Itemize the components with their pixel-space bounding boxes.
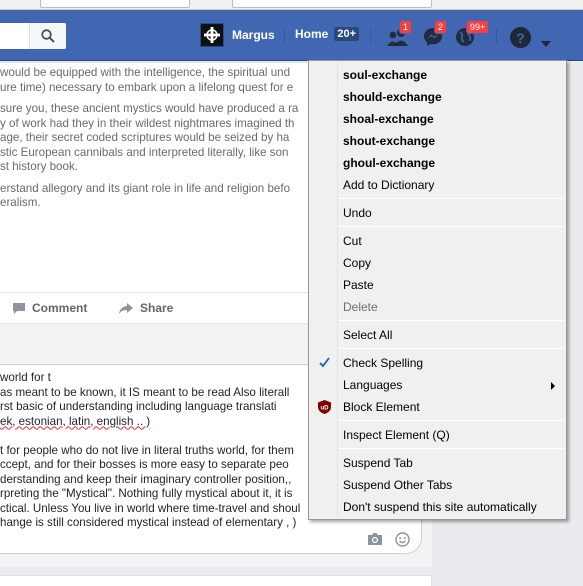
menu-separator	[339, 320, 564, 321]
post-line: erstand allegory and its giant role in l…	[0, 181, 291, 195]
cut-item[interactable]: Cut	[310, 230, 565, 252]
browser-toolbar-strip	[0, 0, 583, 10]
context-menu: soul-exchange should-exchange shoal-exch…	[308, 60, 567, 520]
avatar	[200, 23, 224, 47]
inspect-element-item[interactable]: Inspect Element (Q)	[310, 424, 565, 446]
comment-button[interactable]: Comment	[12, 293, 87, 323]
share-label: Share	[140, 301, 174, 315]
menu-separator	[339, 448, 564, 449]
divider	[370, 28, 371, 44]
account-menu-caret-icon[interactable]	[541, 41, 551, 47]
divider	[496, 28, 497, 44]
comment-line: ccept, and for their bosses is more easy…	[0, 458, 289, 471]
post-line: ure time) necessary to embark upon a lif…	[0, 80, 294, 94]
messages-badge: 2	[434, 20, 448, 34]
home-label: Home	[295, 27, 329, 41]
delete-item: Delete	[343, 300, 378, 314]
post-line: sure you, these ancient mystics would ha…	[0, 102, 299, 115]
paste-item[interactable]: Paste	[310, 274, 565, 296]
emoji-icon[interactable]	[395, 532, 410, 547]
undo-item[interactable]: Undo	[310, 202, 565, 224]
menu-separator	[339, 348, 564, 349]
suggestion-item[interactable]: should-exchange	[310, 86, 565, 108]
menu-separator	[339, 198, 564, 199]
post-line: y of work had they in their wildest nigh…	[0, 116, 295, 130]
languages-item[interactable]: Languages	[310, 374, 565, 396]
suspend-tab-item[interactable]: Suspend Tab	[310, 452, 565, 474]
friend-requests-badge: 1	[399, 20, 413, 34]
comment-line: hange is still considered mystical inste…	[0, 516, 297, 529]
suspend-other-tabs-item[interactable]: Suspend Other Tabs	[310, 474, 565, 496]
notifications-badge: 99+	[466, 20, 490, 34]
comment-line: ctical. Unless You live in world where t…	[0, 501, 301, 515]
comment-line: t for people who do not live in literal …	[0, 443, 294, 457]
comment-icon	[13, 302, 25, 314]
camera-icon[interactable]	[367, 532, 383, 546]
submenu-arrow-icon	[551, 382, 555, 390]
celtic-cross-icon	[204, 27, 220, 43]
block-element-item[interactable]: uD Block Element	[310, 396, 565, 418]
ublock-icon: uD	[318, 400, 331, 414]
suggestion-item[interactable]: shoal-exchange	[310, 108, 565, 130]
home-count-badge: 20+	[334, 27, 360, 41]
menu-separator	[339, 420, 564, 421]
check-icon	[319, 357, 330, 368]
share-icon	[119, 302, 133, 314]
comment-line: world for t	[0, 371, 51, 384]
suggestion-item[interactable]: ghoul-exchange	[310, 152, 565, 174]
divider	[284, 28, 285, 44]
search-icon	[41, 29, 55, 43]
suggestion-item[interactable]: shout-exchange	[310, 130, 565, 152]
notifications-button[interactable]: 99+	[452, 20, 490, 50]
messages-button[interactable]: 2	[420, 20, 448, 50]
languages-label: Languages	[343, 378, 403, 392]
comment-line: as meant to be known, it IS meant to be …	[0, 385, 290, 399]
post-line: stic European cannibals and interpreted …	[0, 145, 289, 159]
search-button[interactable]	[29, 23, 66, 49]
profile-name: Margus	[232, 28, 275, 42]
menu-separator	[339, 226, 564, 227]
post-line: age, their secret coded scriptures would…	[0, 131, 290, 144]
facebook-header: Margus Home 20+ 1 2 99+ ?	[0, 10, 583, 61]
suggestion-item[interactable]: soul-exchange	[310, 64, 565, 86]
browser-field[interactable]	[232, 0, 432, 8]
comment-line: derstanding and keep their imaginary con…	[0, 472, 292, 486]
comment-line: rst basic of understanding including lan…	[0, 400, 277, 413]
question-icon: ?	[516, 29, 525, 46]
dont-suspend-site-item[interactable]: Don't suspend this site automatically	[310, 496, 565, 518]
block-element-label: Block Element	[343, 400, 420, 414]
post-line: would be equipped with the intelligence,…	[0, 66, 291, 79]
select-all-item[interactable]: Select All	[310, 324, 565, 346]
copy-item[interactable]: Copy	[310, 252, 565, 274]
next-post-card	[0, 575, 432, 586]
profile-link[interactable]: Margus	[200, 23, 275, 47]
add-to-dictionary-item[interactable]: Add to Dictionary	[310, 174, 565, 196]
home-link[interactable]: Home 20+	[295, 27, 360, 41]
post-line: st history book.	[0, 160, 78, 173]
post-line: eralism.	[0, 196, 41, 209]
browser-field[interactable]	[40, 0, 190, 8]
friend-requests-button[interactable]: 1	[385, 20, 413, 50]
search-input[interactable]	[0, 23, 66, 49]
check-spelling-item[interactable]: Check Spelling	[310, 352, 565, 374]
comment-line: rpreting the "Mystical". Nothing fully m…	[0, 487, 293, 500]
comment-line: ek, estonian, latin, english .. )	[0, 414, 151, 428]
share-button[interactable]: Share	[118, 293, 173, 323]
comment-label: Comment	[32, 301, 88, 315]
help-button[interactable]: ?	[510, 27, 531, 48]
check-spelling-label: Check Spelling	[343, 356, 424, 370]
svg-text:uD: uD	[321, 406, 330, 412]
